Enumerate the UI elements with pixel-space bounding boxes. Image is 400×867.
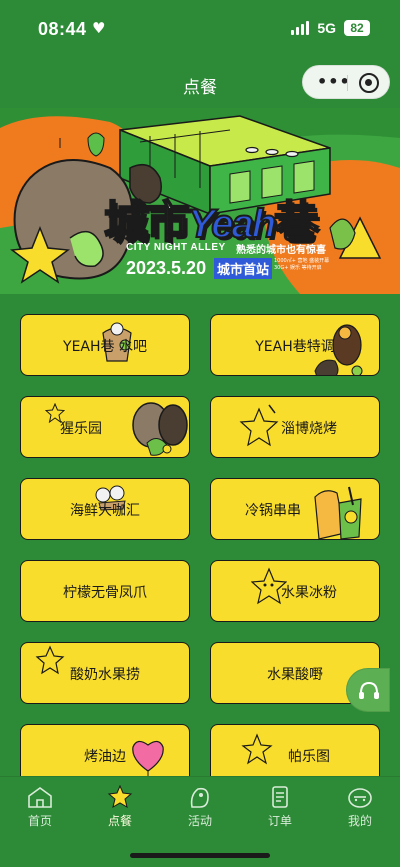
banner-title-yeah: Yeah (187, 201, 277, 247)
menu-item-fruit-ice-jelly[interactable]: 水果冰粉 (210, 560, 380, 622)
headset-icon (359, 681, 379, 699)
home-indicator (130, 853, 270, 858)
menu-item-label: 柠檬无骨凤爪 (63, 585, 147, 601)
banner-place: 城市首站 (214, 258, 273, 279)
menu-item-grilled-fat[interactable]: 烤油边 (20, 724, 190, 776)
receipt-icon (272, 786, 288, 808)
tab-home[interactable]: 首页 (10, 785, 70, 835)
menu-item-cold-pot-skewers[interactable]: 冷锅串串 (210, 478, 380, 540)
tab-label: 活动 (187, 814, 212, 828)
menu-item-lemon-chicken-feet[interactable]: 柠檬无骨凤爪 (20, 560, 190, 622)
menu-item-label: 酸奶水果捞 (70, 667, 140, 683)
network-type: 5G (317, 20, 336, 36)
menu-item-label: 帕乐图 (288, 749, 330, 765)
activity-icon (190, 787, 209, 808)
status-bar: 08:44 ♥ 5G 82 (0, 0, 400, 58)
menu-item-palette[interactable]: 帕乐图 (210, 724, 380, 776)
battery-icon: 82 (344, 20, 370, 36)
menu-item-yogurt-fruit[interactable]: 酸奶水果捞 (20, 642, 190, 704)
menu-item-label: YEAH巷 水吧 (63, 339, 147, 355)
tab-label: 点餐 (107, 814, 132, 828)
close-target-icon[interactable] (359, 73, 379, 93)
menu-item-label: 烤油边 (84, 749, 126, 765)
more-icon[interactable]: ••• (317, 74, 351, 90)
tab-orders[interactable]: 订单 (250, 785, 310, 835)
menu-item-label: 海鲜大咖汇 (70, 503, 140, 519)
banner-date: 2023.5.20 (126, 258, 207, 278)
menu-item-yeah-bar[interactable]: YEAH巷 水吧 (20, 314, 190, 376)
menu-item-gorilla-park[interactable]: 猩乐园 (20, 396, 190, 458)
banner-small-text: 1000㎡+ 营地 盛装开幕 30G+ 娱乐 等待开启 (274, 258, 330, 271)
home-icon (28, 787, 52, 808)
promo-banner[interactable]: 城市Yeah巷 CITY NIGHT ALLEY 熟悉的城市也有惊喜 2023.… (0, 108, 400, 294)
tab-activity[interactable]: 活动 (170, 785, 230, 835)
menu-item-seafood[interactable]: 海鲜大咖汇 (20, 478, 190, 540)
profile-icon (348, 788, 372, 808)
menu-item-label: YEAH巷特调 (255, 339, 335, 355)
banner-subtitle-en: CITY NIGHT ALLEY (126, 242, 226, 253)
menu-item-label: 猩乐园 (60, 421, 102, 437)
menu-grid: YEAH巷 水吧 YEAH巷特调 猩乐园 淄博烧烤 海鲜大咖汇 冷锅串串 柠檬无… (0, 294, 400, 776)
status-indicators: 5G 82 (291, 20, 370, 36)
signal-icon (291, 21, 310, 35)
menu-item-yeah-special[interactable]: YEAH巷特调 (210, 314, 380, 376)
menu-item-label: 淄博烧烤 (281, 421, 337, 437)
tab-label: 订单 (267, 814, 292, 828)
capsule-divider (347, 75, 348, 91)
tab-profile[interactable]: 我的 (330, 785, 390, 835)
menu-item-label: 水果冰粉 (281, 585, 337, 601)
tab-label: 首页 (27, 814, 52, 828)
customer-service-button[interactable] (346, 668, 390, 712)
tab-order[interactable]: 点餐 (90, 785, 150, 835)
status-time: 08:44 (38, 19, 87, 39)
menu-item-label: 冷锅串串 (245, 503, 301, 519)
menu-item-zibo-bbq[interactable]: 淄博烧烤 (210, 396, 380, 458)
heart-icon: ♥ (92, 19, 106, 37)
banner-subtitle-cn: 熟悉的城市也有惊喜 (236, 245, 326, 256)
nav-bar: 点餐 ••• (0, 58, 400, 108)
banner-title-left: 城市 (103, 196, 191, 249)
order-icon (107, 785, 133, 809)
tab-label: 我的 (347, 814, 372, 828)
miniprogram-capsule: ••• (302, 65, 390, 99)
